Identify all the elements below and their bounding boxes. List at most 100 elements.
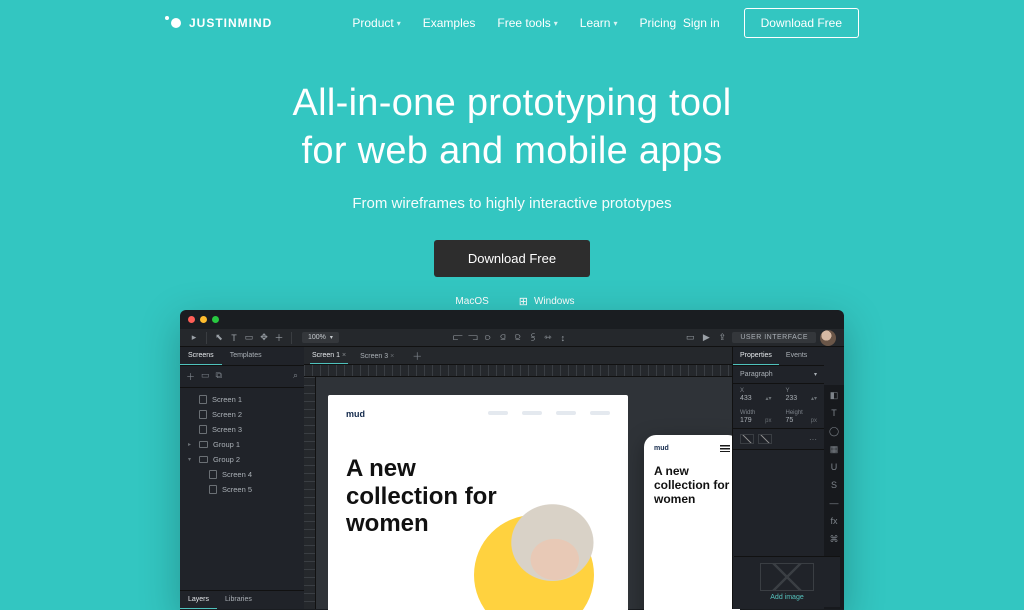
distribute-v-icon[interactable]: ↕ [557, 332, 569, 344]
tree-label: Screen 5 [222, 485, 252, 494]
strike-icon[interactable]: S [828, 479, 840, 491]
align-top-icon[interactable]: ⫑ [497, 332, 509, 344]
tree-item-screen[interactable]: Screen 5 [180, 482, 304, 497]
share-icon[interactable]: ⇪ [716, 332, 728, 344]
nav-examples[interactable]: Examples [423, 16, 476, 30]
preview-icon[interactable]: ▶ [700, 332, 712, 344]
nav-pricing[interactable]: Pricing [640, 16, 677, 30]
platform-windows[interactable]: ⊞Windows [519, 295, 575, 308]
nav-learn[interactable]: Learn▾ [580, 16, 618, 30]
close-icon[interactable]: × [342, 352, 346, 359]
folder-icon [199, 441, 208, 448]
hero-line2: for web and mobile apps [302, 130, 723, 172]
close-icon[interactable]: × [390, 353, 394, 360]
more-icon[interactable]: ⋯ [809, 435, 817, 444]
minimize-icon[interactable] [200, 316, 207, 323]
plus-icon[interactable]: ＋ [273, 332, 285, 344]
play-icon[interactable]: ▸ [188, 332, 200, 344]
canvas-area: Screen 1× Screen 3× ＋ mud A new collecti… [304, 347, 732, 609]
primary-nav: Product▾ Examples Free tools▾ Learn▾ Pri… [352, 16, 676, 30]
add-folder-icon[interactable]: ▭ [201, 370, 210, 383]
distribute-h-icon[interactable]: ⇿ [542, 332, 554, 344]
tree-item-screen[interactable]: Screen 3 [180, 422, 304, 437]
text-tool-icon[interactable]: T [228, 332, 240, 344]
tab-templates[interactable]: Templates [222, 347, 270, 365]
hero-line1: All-in-one prototyping tool [292, 82, 731, 124]
prop-height[interactable]: Height75px [779, 406, 825, 428]
download-free-button[interactable]: Download Free [744, 8, 859, 38]
pointer-icon[interactable]: ⬉ [213, 332, 225, 344]
canvas-tab-label: Screen 1 [312, 352, 340, 359]
add-tab-icon[interactable]: ＋ [412, 348, 422, 363]
nav-product[interactable]: Product▾ [352, 16, 400, 30]
align-left-icon[interactable]: ⫍ [452, 332, 464, 344]
stroke-swatch[interactable] [758, 434, 772, 444]
platform-macos[interactable]: MacOS [449, 296, 488, 307]
left-panel: Screens Templates ＋ ▭ ⧉ ⌕ Screen 1 Scree… [180, 347, 304, 609]
fill-swatch[interactable] [740, 434, 754, 444]
add-image-button[interactable]: Add image [734, 556, 840, 607]
maximize-icon[interactable] [212, 316, 219, 323]
signin-link[interactable]: Sign in [683, 16, 720, 30]
align-right-icon[interactable]: ⫐ [482, 332, 494, 344]
image-icon[interactable]: ▦ [828, 443, 840, 455]
component-icon[interactable]: ◧ [828, 389, 840, 401]
hero-download-button[interactable]: Download Free [434, 240, 590, 277]
hamburger-icon [720, 445, 730, 452]
canvas-tab[interactable]: Screen 3× [358, 348, 396, 364]
stepper-icon[interactable]: ▴▾ [765, 395, 771, 402]
tree-item-screen[interactable]: Screen 1 [180, 392, 304, 407]
tree-item-screen[interactable]: Screen 2 [180, 407, 304, 422]
app-toolbar: ▸ ⬉ T ▭ ✥ ＋ 100%▾ ⫍ ⫎ ⫐ ⫑ ⫒ ⫓ ⇿ ↕ ▭ ▶ ⇪ … [180, 329, 844, 347]
effects-icon[interactable]: fx [828, 515, 840, 527]
tree-item-screen[interactable]: Screen 4 [180, 467, 304, 482]
hand-tool-icon[interactable]: ✥ [258, 332, 270, 344]
tree-label: Group 2 [213, 455, 240, 464]
nav-free-tools[interactable]: Free tools▾ [497, 16, 557, 30]
file-icon [199, 395, 207, 404]
fill-row[interactable]: ⋯ [733, 429, 824, 450]
prop-width[interactable]: Width179px [733, 406, 779, 428]
chevron-down-icon[interactable]: ▾ [814, 371, 817, 378]
canvas-tab[interactable]: Screen 1× [310, 347, 348, 364]
line-icon[interactable]: ― [828, 497, 840, 509]
artboard-heading: A new collection for women [346, 455, 506, 538]
tab-libraries[interactable]: Libraries [217, 591, 260, 609]
rect-tool-icon[interactable]: ▭ [243, 332, 255, 344]
tree-item-group[interactable]: ▾ Group 2 [180, 452, 304, 467]
tab-properties[interactable]: Properties [733, 347, 779, 365]
underline-icon[interactable]: U [828, 461, 840, 473]
caret-right-icon[interactable]: ▸ [188, 441, 194, 448]
align-center-h-icon[interactable]: ⫎ [467, 332, 479, 344]
zoom-selector[interactable]: 100%▾ [302, 332, 339, 343]
separator [206, 332, 207, 344]
align-bottom-icon[interactable]: ⫓ [527, 332, 539, 344]
prop-x[interactable]: X433▴▾ [733, 384, 779, 406]
tab-layers[interactable]: Layers [180, 591, 217, 609]
caret-down-icon[interactable]: ▾ [188, 456, 194, 463]
brand-logo[interactable]: JUSTINMIND [165, 16, 272, 30]
avatar[interactable] [820, 330, 836, 346]
tab-events[interactable]: Events [779, 347, 814, 365]
nav-label: Pricing [640, 16, 677, 30]
duplicate-icon[interactable]: ⧉ [216, 370, 222, 383]
link-icon[interactable]: ⌘ [828, 533, 840, 545]
artboard-mobile[interactable]: mud A new collection for women [644, 435, 740, 610]
text-icon[interactable]: T [828, 407, 840, 419]
canvas[interactable]: mud A new collection for women mud A new… [304, 377, 732, 609]
tab-screens[interactable]: Screens [180, 347, 222, 365]
tree-item-group[interactable]: ▸Group 1 [180, 437, 304, 452]
artboard-web[interactable]: mud A new collection for women [328, 395, 628, 610]
add-screen-icon[interactable]: ＋ [186, 370, 195, 383]
align-center-v-icon[interactable]: ⫒ [512, 332, 524, 344]
close-icon[interactable] [188, 316, 195, 323]
prop-y[interactable]: Y233▴▾ [779, 384, 825, 406]
platform-label: MacOS [455, 296, 488, 307]
stepper-icon[interactable]: ▴▾ [811, 395, 817, 402]
device-icon[interactable]: ▭ [684, 332, 696, 344]
artboard-heading: A new collection for women [654, 465, 734, 506]
shapes-icon[interactable]: ◯ [828, 425, 840, 437]
prop-value: 75 [786, 417, 794, 424]
workspace-label[interactable]: USER INTERFACE [732, 332, 816, 343]
search-icon[interactable]: ⌕ [293, 370, 298, 383]
